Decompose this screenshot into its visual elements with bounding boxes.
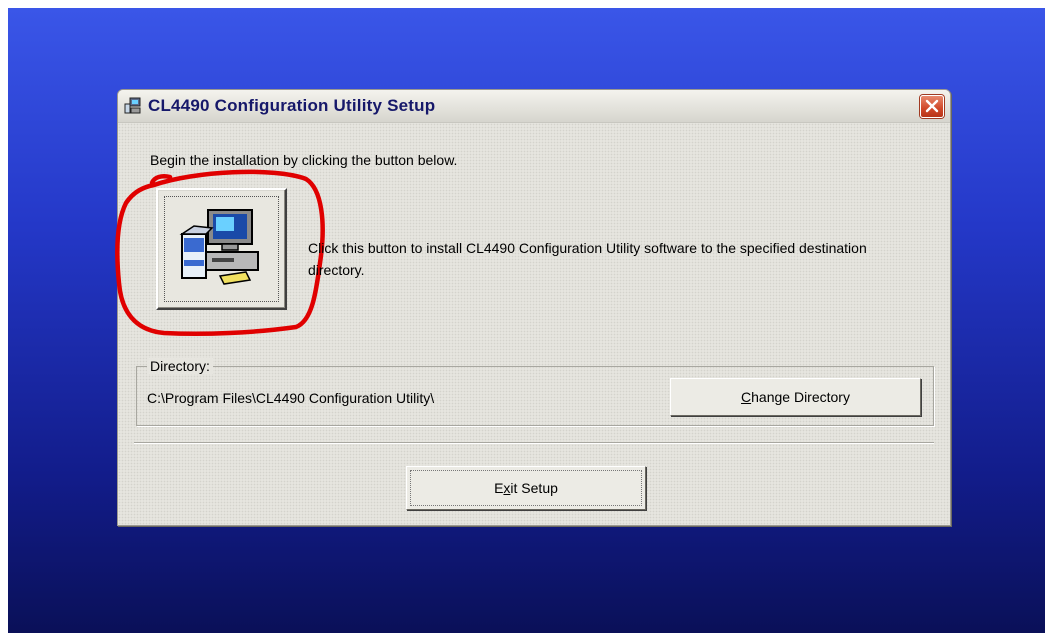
mnemonic-c: C — [741, 389, 752, 405]
change-directory-label: hange Directory — [751, 389, 850, 405]
directory-path: C:\Program Files\CL4490 Configuration Ut… — [147, 390, 435, 406]
window-title: CL4490 Configuration Utility Setup — [148, 96, 436, 115]
exit-setup-button[interactable]: Exit Setup — [406, 466, 646, 510]
title-bar[interactable]: CL4490 Configuration Utility Setup — [118, 90, 950, 123]
close-button[interactable] — [920, 95, 944, 118]
intro-text: Begin the installation by clicking the b… — [150, 152, 458, 168]
separator — [134, 442, 934, 444]
change-directory-button[interactable]: Change Directory — [670, 378, 921, 416]
install-description: Click this button to install CL4490 Conf… — [308, 240, 867, 278]
install-button[interactable] — [156, 188, 287, 310]
directory-group: Directory: C:\Program Files\CL4490 Confi… — [136, 358, 934, 426]
computer-install-icon — [179, 209, 259, 285]
exit-focus-rectangle — [410, 470, 642, 506]
setup-dialog: CL4490 Configuration Utility Setup Begin… — [115, 89, 951, 526]
directory-legend: Directory: — [147, 358, 213, 374]
close-icon — [925, 99, 939, 113]
setup-app-icon — [124, 97, 141, 114]
